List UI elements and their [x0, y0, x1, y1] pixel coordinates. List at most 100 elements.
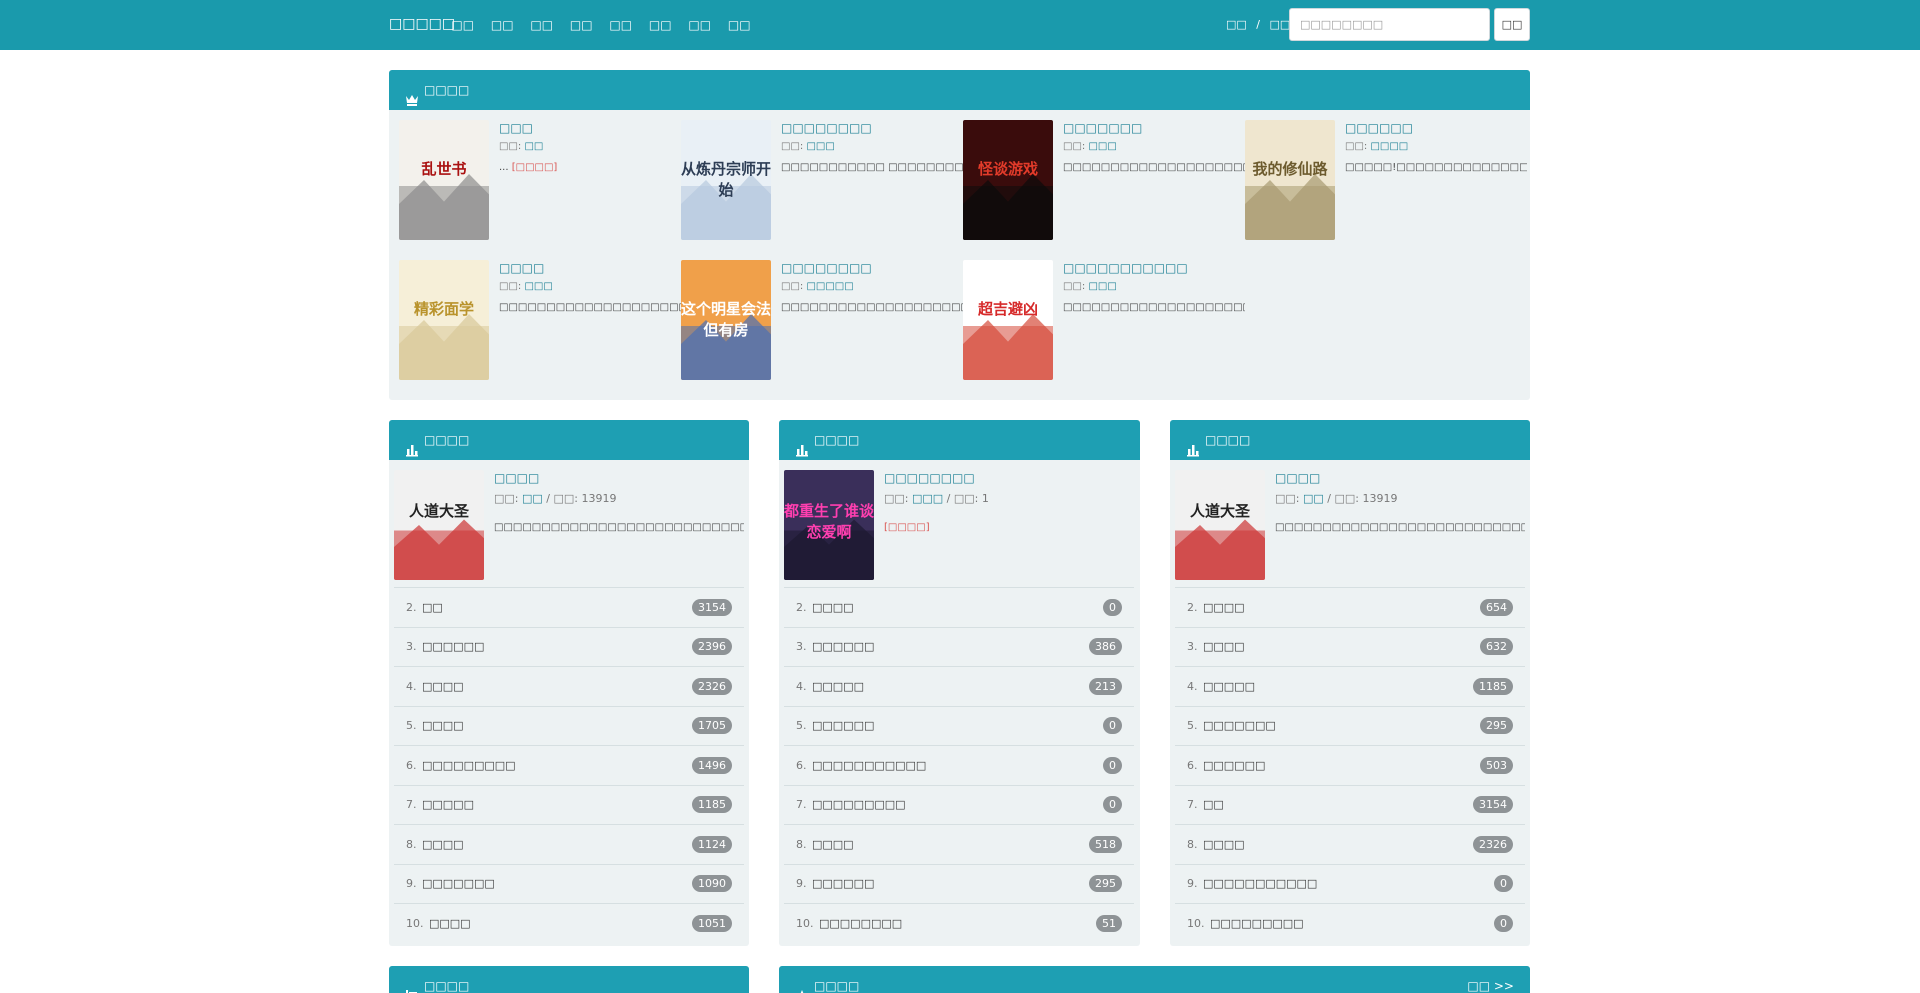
rank-count-badge: 1124	[692, 835, 732, 853]
rank-row[interactable]: 6. □□□□□□□□□□□ 0	[784, 745, 1134, 784]
rank-count-badge: 51	[1096, 914, 1122, 932]
rank-row-title: 8. □□□□	[1187, 838, 1245, 851]
book-title[interactable]: □□□□□□□□	[781, 120, 963, 136]
bottom-panel-left: □□□□	[389, 966, 749, 993]
rank-row[interactable]: 7. □□□□□□□□□ 0	[784, 784, 1134, 824]
rank-row[interactable]: 5. □□□□□□□ 295	[1175, 705, 1525, 745]
book-title[interactable]: □□□□□□□	[1063, 120, 1245, 136]
rank-book-title: □□□□□	[422, 798, 474, 811]
author-name[interactable]: □□□	[1088, 141, 1116, 152]
book-title[interactable]: □□□	[499, 120, 681, 136]
book-cover[interactable]: 都重生了谁谈恋爱啊	[784, 470, 874, 580]
author-name[interactable]: □□□	[912, 492, 943, 505]
desc-text: □□□□□□□□□□□□□□□□□□□□□□□□□□...	[781, 302, 963, 313]
rank-row[interactable]: 3. □□□□□□ 2396	[394, 626, 744, 666]
rank-number: 10.	[406, 916, 424, 930]
author-prefix: □□:	[1063, 281, 1089, 292]
rank-number: 8.	[796, 837, 807, 851]
author-prefix: □□:	[884, 492, 912, 505]
book-author: □□: □□	[499, 140, 681, 154]
book-cover[interactable]: 这个明星会法但有房	[681, 260, 771, 380]
nav-link-6[interactable]: □□	[641, 0, 681, 50]
book-title[interactable]: □□□□□□□□□□□	[1063, 260, 1245, 276]
rank-row-title: 6. □□□□□□□□□	[406, 759, 516, 772]
author-name[interactable]: □□□□□	[806, 281, 853, 292]
author-name[interactable]: □□□	[1088, 281, 1116, 292]
book-cover[interactable]: 精彩面学	[399, 260, 489, 380]
search-input[interactable]	[1289, 8, 1490, 41]
login-link[interactable]: □□	[1226, 18, 1247, 31]
book-title[interactable]: □□□□□□□□	[781, 260, 963, 276]
crown-icon	[405, 83, 419, 106]
book-cover[interactable]: 人道大圣	[1175, 470, 1265, 580]
book-title[interactable]: □□□□□□□□	[884, 470, 1134, 486]
book-info: □□□□□□□□ □□: □□□ / □□: 1 [□□□□]	[884, 470, 1134, 535]
author-name[interactable]: □□□	[806, 141, 834, 152]
rank-book-title: □□□□	[812, 837, 854, 851]
book-cover[interactable]: 超吉避凶	[963, 260, 1053, 380]
rank-row[interactable]: 6. □□□□□□ 503	[1175, 745, 1525, 784]
rank-row[interactable]: 2. □□□□ 654	[1175, 587, 1525, 626]
rank-row[interactable]: 3. □□□□□□ 386	[784, 626, 1134, 666]
book-cover[interactable]: 怪谈游戏	[963, 120, 1053, 240]
rank-row[interactable]: 9. □□□□□□□□□□□ 0	[1175, 863, 1525, 903]
rank-row[interactable]: 4. □□□□□ 213	[784, 666, 1134, 705]
rank-row[interactable]: 5. □□□□ 1705	[394, 705, 744, 745]
book-desc: □□□□□!□□□□□□□□□□□□□□□□□□□□... [□□□□]	[1345, 161, 1527, 175]
nav-link-2[interactable]: □□	[483, 0, 523, 50]
author-name[interactable]: □□	[522, 492, 543, 505]
register-link[interactable]: □□	[1270, 18, 1291, 31]
rank-row[interactable]: 5. □□□□□□ 0	[784, 705, 1134, 745]
nav-link-3[interactable]: □□	[522, 0, 562, 50]
book-title[interactable]: □□□□	[494, 470, 744, 486]
book-cover[interactable]: 乱世书	[399, 120, 489, 240]
rank-row[interactable]: 8. □□□□ 1124	[394, 824, 744, 863]
rank-row[interactable]: 4. □□□□□ 1185	[1175, 666, 1525, 705]
rank-count-badge: 386	[1089, 638, 1122, 655]
book-cover[interactable]: 人道大圣	[394, 470, 484, 580]
bottom-panel-right: □□□□ □□ >>	[779, 966, 1530, 993]
nav-link-7[interactable]: □□	[680, 0, 720, 50]
author-name[interactable]: □□□	[524, 281, 552, 292]
rank-row[interactable]: 7. □□□□□ 1185	[394, 784, 744, 824]
rank-count-badge: 654	[1480, 598, 1513, 616]
rank-row[interactable]: 9. □□□□□□ 295	[784, 863, 1134, 903]
book-title[interactable]: □□□□□□	[1345, 120, 1527, 136]
rank-row[interactable]: 10. □□□□ 1051	[394, 903, 744, 942]
rank-row[interactable]: 10. □□□□□□□□□ 0	[1175, 903, 1525, 942]
book-cover[interactable]: 从炼丹宗师开始	[681, 120, 771, 240]
rank-row[interactable]: 4. □□□□ 2326	[394, 666, 744, 705]
book-title[interactable]: □□□□	[499, 260, 681, 276]
rank-book-title: □□□□□□	[422, 640, 485, 653]
rank-row[interactable]: 6. □□□□□□□□□ 1496	[394, 745, 744, 784]
rank-row[interactable]: 8. □□□□ 518	[784, 824, 1134, 863]
author-name[interactable]: □□□□	[1370, 141, 1408, 152]
nav-link-8[interactable]: □□	[720, 0, 760, 50]
rank-number: 2.	[1187, 600, 1198, 614]
search-button[interactable]: □□	[1494, 8, 1530, 41]
rank-row-title: 2. □□	[406, 601, 443, 614]
author-name[interactable]: □□	[524, 141, 543, 152]
more-link[interactable]: □□ >>	[1467, 966, 1514, 993]
nav-link-5[interactable]: □□	[601, 0, 641, 50]
book-title[interactable]: □□□□	[1275, 470, 1525, 486]
author-prefix: □□:	[1063, 141, 1089, 152]
detail-link[interactable]: [□□□□]	[884, 522, 930, 533]
detail-link[interactable]: [□□□□]	[512, 162, 558, 173]
rank-row[interactable]: 2. □□□□ 0	[784, 587, 1134, 626]
main-nav: □□ □□ □□ □□ □□ □□ □□ □□	[443, 0, 759, 50]
author-name[interactable]: □□	[1303, 492, 1324, 505]
rank-row[interactable]: 2. □□ 3154	[394, 587, 744, 626]
rank-row[interactable]: 3. □□□□ 632	[1175, 626, 1525, 666]
rank-row[interactable]: 8. □□□□ 2326	[1175, 824, 1525, 863]
rank-row[interactable]: 9. □□□□□□□ 1090	[394, 863, 744, 903]
rank-row[interactable]: 10. □□□□□□□□ 51	[784, 903, 1134, 942]
rank-count-badge: 0	[1103, 796, 1122, 813]
rank-count-badge: 0	[1103, 717, 1122, 734]
book-author: □□: □□□	[1063, 140, 1245, 154]
nav-link-4[interactable]: □□	[562, 0, 602, 50]
nav-link-1[interactable]: □□	[443, 0, 483, 50]
book-cover[interactable]: 我的修仙路	[1245, 120, 1335, 240]
rank-book-title: □□	[422, 600, 443, 614]
rank-row[interactable]: 7. □□ 3154	[1175, 784, 1525, 824]
